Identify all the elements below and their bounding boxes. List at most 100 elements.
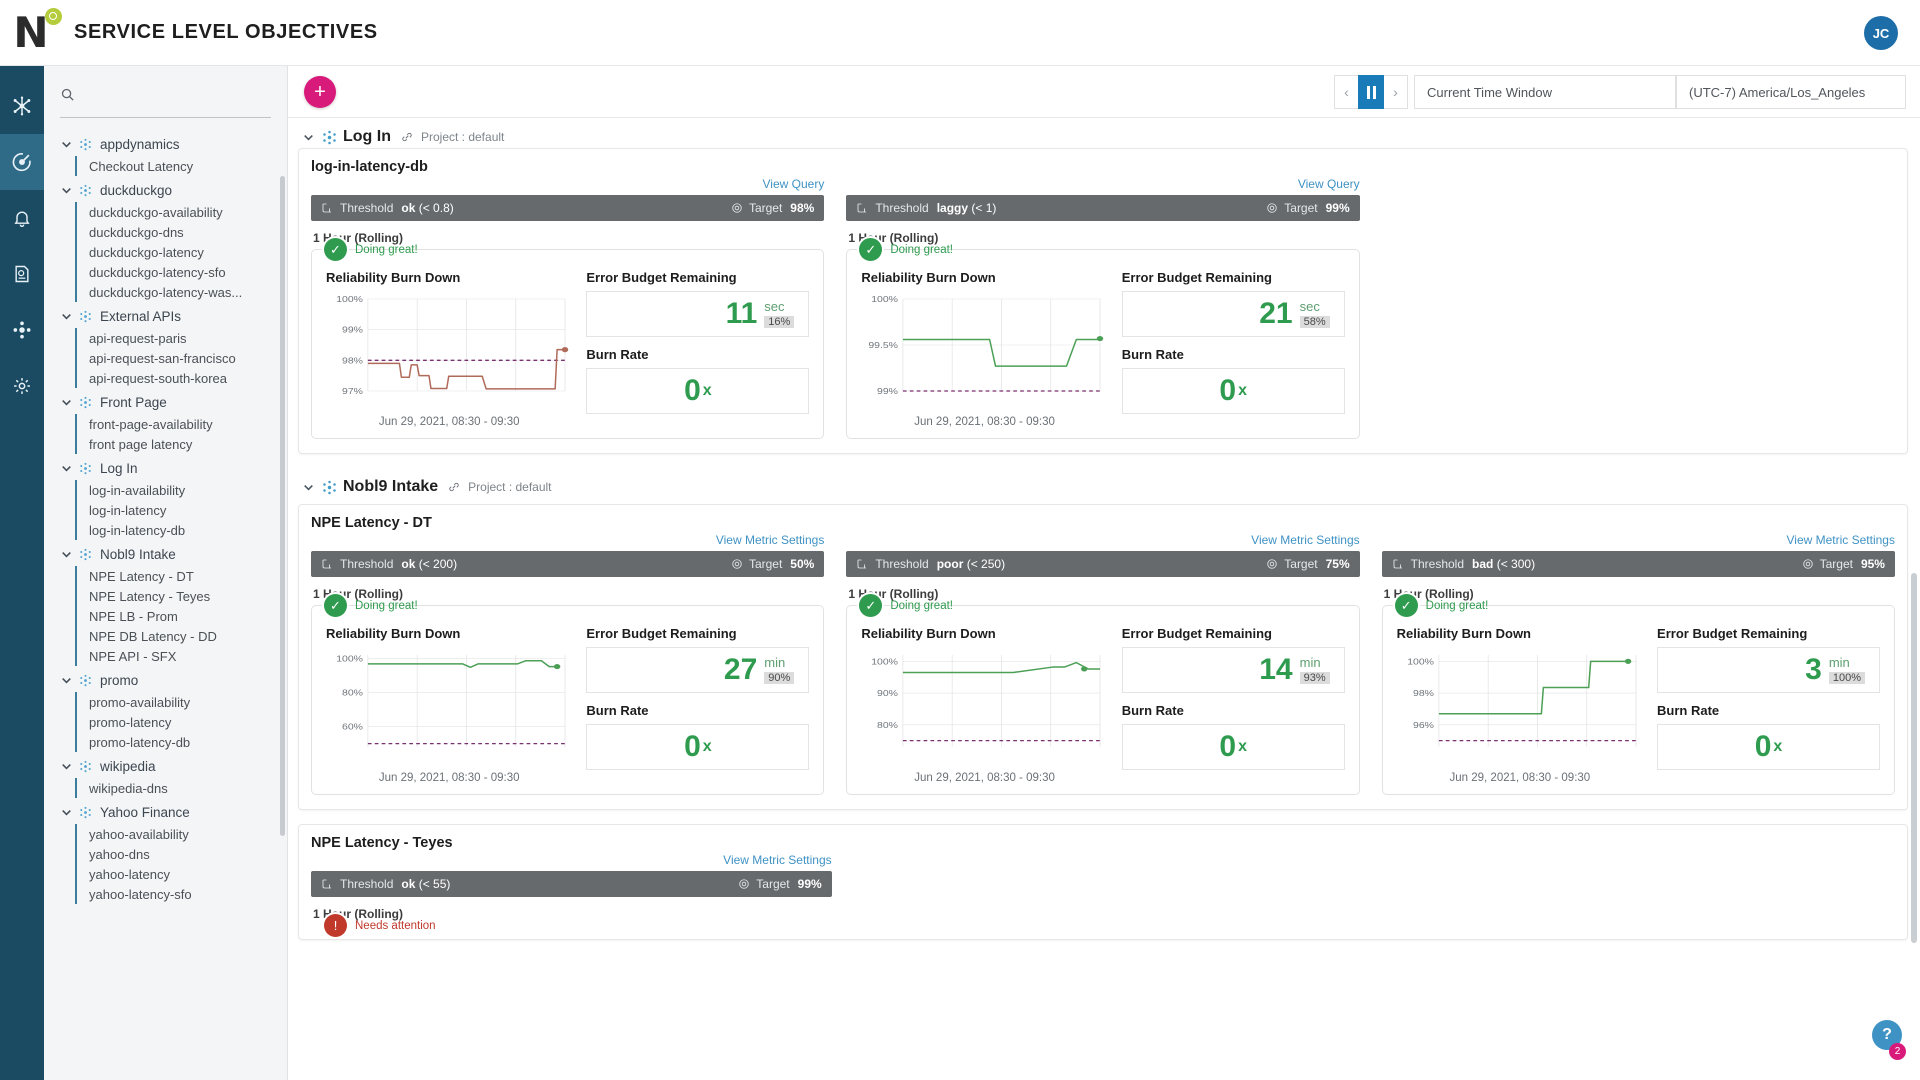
tree-item[interactable]: log-in-availability [77, 480, 287, 500]
threshold-value: ok (< 0.8) [401, 201, 454, 215]
view-settings-link[interactable]: View Metric Settings [311, 533, 825, 551]
status-badge: ! Needs attention [324, 914, 436, 937]
tree-group-label: Nobl9 Intake [100, 546, 176, 562]
tree-item[interactable]: front page latency [77, 434, 287, 454]
objective-filler [854, 853, 1895, 925]
link-icon[interactable] [401, 131, 413, 143]
chart-title: Reliability Burn Down [861, 626, 996, 641]
tree-item[interactable]: NPE LB - Prom [77, 606, 287, 626]
add-slo-button[interactable]: + [304, 75, 336, 108]
burn-down-chart: 100% 99.5% 99% [861, 291, 1107, 413]
timezone-select[interactable]: (UTC-7) America/Los_Angeles [1676, 75, 1906, 109]
error-budget-box: 21 sec 58% [1121, 291, 1345, 337]
logo[interactable]: N [0, 7, 62, 54]
tree-item[interactable]: NPE API - SFX [77, 646, 287, 666]
tree-item[interactable]: front-page-availability [77, 414, 287, 434]
nav-service-graph[interactable] [0, 78, 44, 134]
tree-item[interactable]: yahoo-dns [77, 844, 287, 864]
tree-item[interactable]: wikipedia-dns [77, 778, 287, 798]
tree-group-yahoo-finance[interactable]: Yahoo Finance [44, 800, 287, 824]
tree-group-label: promo [100, 672, 139, 688]
objective: View Metric Settings Threshold ok (< 55) Ta… [311, 853, 832, 937]
tree-item[interactable]: duckduckgo-latency [77, 242, 287, 262]
time-prev-button[interactable]: ‹ [1334, 75, 1358, 109]
time-pause-button[interactable] [1358, 75, 1384, 109]
tree-group-appdynamics[interactable]: appdynamics [44, 132, 287, 156]
burn-down-column: Reliability Burn Down 100% 99% 98% 97% Jun 29… [326, 270, 572, 428]
nav-alerts[interactable] [0, 190, 44, 246]
tree-scrollbar[interactable] [280, 176, 285, 836]
tree-item[interactable]: NPE Latency - Teyes [77, 586, 287, 606]
main-scrollbar[interactable] [1911, 573, 1917, 943]
avatar[interactable]: JC [1864, 16, 1898, 50]
threshold-bar: Threshold ok (< 0.8) Target 98% [311, 195, 825, 221]
time-next-button[interactable]: › [1384, 75, 1408, 109]
chart-caption: Jun 29, 2021, 08:30 - 09:30 [378, 772, 520, 784]
tree-item[interactable]: api-request-south-korea [77, 368, 287, 388]
target-icon [738, 878, 750, 890]
error-budget-box: 11 sec 16% [586, 291, 810, 337]
burn-rate-title: Burn Rate [586, 703, 649, 718]
view-settings-link[interactable]: View Query [846, 177, 1360, 195]
pause-icon [1365, 85, 1377, 99]
tree-item[interactable]: duckduckgo-availability [77, 202, 287, 222]
view-settings-link[interactable]: View Metric Settings [311, 853, 832, 871]
tree-item[interactable]: promo-availability [77, 692, 287, 712]
tree-group: appdynamics Checkout Latency [44, 132, 287, 176]
tree-item[interactable]: yahoo-latency-sfo [77, 884, 287, 904]
tree-group-wikipedia[interactable]: wikipedia [44, 754, 287, 778]
view-settings-link[interactable]: View Metric Settings [846, 533, 1360, 551]
objective: View Metric Settings Threshold ok (< 200) T… [311, 533, 825, 795]
tree-item[interactable]: api-request-paris [77, 328, 287, 348]
chart-title: Reliability Burn Down [861, 270, 996, 285]
svg-text:80%: 80% [342, 688, 364, 698]
burn-rate-value: 0 [684, 374, 701, 407]
burn-down-column: Reliability Burn Down 100% 98% 96% Jun 29, 2… [1397, 626, 1643, 784]
tree-group-log-in[interactable]: Log In [44, 456, 287, 480]
chart-title: Reliability Burn Down [326, 626, 461, 641]
nav-settings[interactable] [0, 358, 44, 414]
burn-down-chart: 100% 98% 96% [1397, 647, 1643, 769]
tree-group-front-page[interactable]: Front Page [44, 390, 287, 414]
threshold-icon [321, 558, 333, 570]
svg-text:100%: 100% [872, 295, 899, 305]
tree-item[interactable]: yahoo-availability [77, 824, 287, 844]
tree-item[interactable]: duckduckgo-latency-was... [77, 282, 287, 302]
error-budget-percent: 16% [764, 315, 795, 328]
tree-group-promo[interactable]: promo [44, 668, 287, 692]
page-title: SERVICE LEVEL OBJECTIVES [74, 21, 378, 43]
tree-item[interactable]: duckduckgo-latency-sfo [77, 262, 287, 282]
tree-item[interactable]: yahoo-latency [77, 864, 287, 884]
target-icon [731, 202, 743, 214]
tree-item[interactable]: NPE Latency - DT [77, 566, 287, 586]
tree-item[interactable]: api-request-san-francisco [77, 348, 287, 368]
primary-nav-rail [0, 66, 44, 1080]
tree-item[interactable]: log-in-latency [77, 500, 287, 520]
check-icon: ✓ [859, 594, 883, 617]
tree-item[interactable]: promo-latency [77, 712, 287, 732]
chevron-down-icon [58, 460, 74, 476]
tree-group-nobl9-intake[interactable]: Nobl9 Intake [44, 542, 287, 566]
tree-item[interactable]: log-in-latency-db [77, 520, 287, 540]
nav-integrations[interactable] [0, 302, 44, 358]
tree-item[interactable]: NPE DB Latency - DD [77, 626, 287, 646]
burn-rate-title: Burn Rate [586, 347, 649, 362]
objective: View Query Threshold ok (< 0.8) Target 98% 1 … [311, 177, 825, 439]
tree-item[interactable]: duckduckgo-dns [77, 222, 287, 242]
tree-item[interactable]: promo-latency-db [77, 732, 287, 752]
nav-reports[interactable] [0, 246, 44, 302]
view-settings-link[interactable]: View Metric Settings [1382, 533, 1895, 551]
tree-group-external-apis[interactable]: External APIs [44, 304, 287, 328]
svg-text:90%: 90% [877, 689, 899, 699]
tree-group-children: api-request-paris api-request-san-francis… [75, 328, 287, 388]
link-icon[interactable] [448, 481, 460, 493]
nav-slo[interactable] [0, 134, 44, 190]
section-header[interactable]: Nobl9 Intake Project : default [288, 468, 1920, 504]
search-input[interactable] [81, 89, 271, 104]
tree-group-duckduckgo[interactable]: duckduckgo [44, 178, 287, 202]
view-settings-link[interactable]: View Query [311, 177, 825, 195]
tree-group-children: duckduckgo-availability duckduckgo-dns duc… [75, 202, 287, 302]
tree-item[interactable]: Checkout Latency [77, 156, 287, 176]
time-window-select[interactable]: Current Time Window [1414, 75, 1676, 109]
